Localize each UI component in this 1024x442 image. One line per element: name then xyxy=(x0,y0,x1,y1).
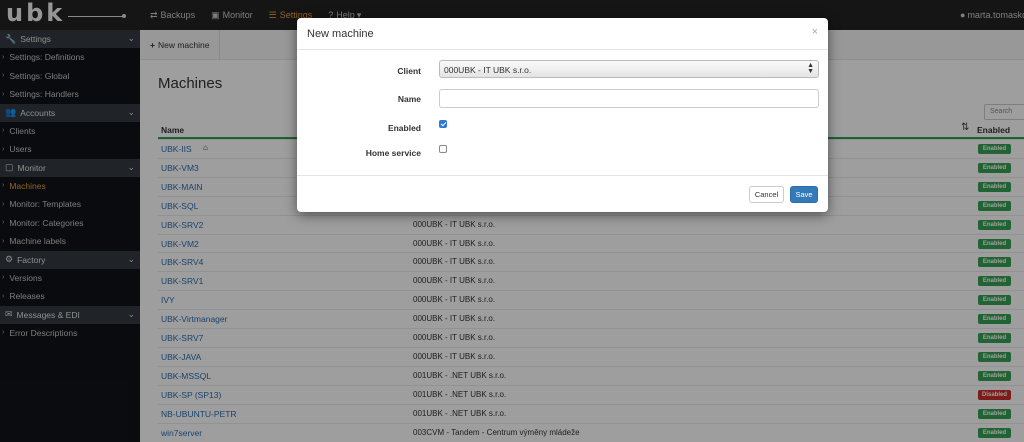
modal-title: New machine xyxy=(307,28,374,40)
name-input[interactable] xyxy=(439,89,819,108)
select-arrows-icon: ▲ ▼ xyxy=(807,62,814,75)
new-machine-dialog: New machine × Client 000UBK - IT UBK s.r… xyxy=(297,18,828,212)
name-label: Name xyxy=(397,94,421,104)
enabled-label: Enabled xyxy=(387,123,421,133)
client-select[interactable]: 000UBK - IT UBK s.r.o. ▲ ▼ xyxy=(439,60,819,78)
modal-footer: Cancel Save xyxy=(297,175,828,212)
enabled-checkbox[interactable] xyxy=(439,120,447,128)
cancel-button[interactable]: Cancel xyxy=(749,186,784,203)
client-label: Client xyxy=(397,66,421,76)
home-service-label: Home service xyxy=(365,148,421,158)
modal-header: New machine × xyxy=(297,18,828,50)
save-button[interactable]: Save xyxy=(790,186,818,203)
home-service-checkbox[interactable] xyxy=(439,145,447,153)
close-icon[interactable]: × xyxy=(812,26,818,38)
client-select-value: 000UBK - IT UBK s.r.o. xyxy=(444,65,532,75)
